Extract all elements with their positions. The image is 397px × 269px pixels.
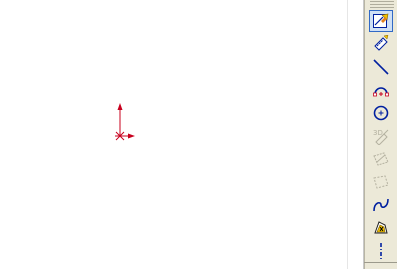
spline-tool-button[interactable]	[369, 194, 393, 216]
circle-tool-button[interactable]	[369, 102, 393, 124]
3d-sketch-tool-button[interactable]: 3D	[369, 125, 393, 147]
smart-dimension-icon	[374, 35, 389, 51]
toolbar-grip[interactable]	[370, 1, 394, 9]
sketch-toolbar: 3D	[364, 0, 397, 269]
svg-text:3D: 3D	[373, 129, 383, 137]
construction-plane-tool-button[interactable]	[369, 171, 393, 193]
sketch-pencil-icon	[373, 13, 389, 28]
3d-sketch-icon: 3D	[373, 129, 389, 145]
arc-tool-button[interactable]	[369, 79, 393, 101]
line-tool-button[interactable]	[369, 56, 393, 78]
sketch-plane-tool-button[interactable]	[369, 148, 393, 170]
line-icon	[373, 59, 389, 75]
construction-plane-icon	[373, 175, 389, 189]
relations-tool-button[interactable]	[369, 217, 393, 239]
spline-icon	[373, 198, 389, 212]
graphics-area[interactable]	[0, 0, 364, 269]
relations-icon	[374, 221, 388, 234]
origin-icon	[115, 103, 135, 141]
sketch-tool-button[interactable]	[369, 10, 393, 32]
sketch-window: 3D	[0, 0, 397, 269]
centerline-icon	[380, 243, 382, 259]
toolbar-bottom-edge	[364, 262, 397, 263]
centerline-tool-button[interactable]	[369, 240, 393, 262]
smart-dimension-tool-button[interactable]	[369, 33, 393, 55]
sketch-plane-icon	[373, 152, 389, 166]
circle-icon	[373, 105, 389, 121]
arc-icon	[373, 87, 389, 97]
canvas-divider	[347, 0, 348, 269]
